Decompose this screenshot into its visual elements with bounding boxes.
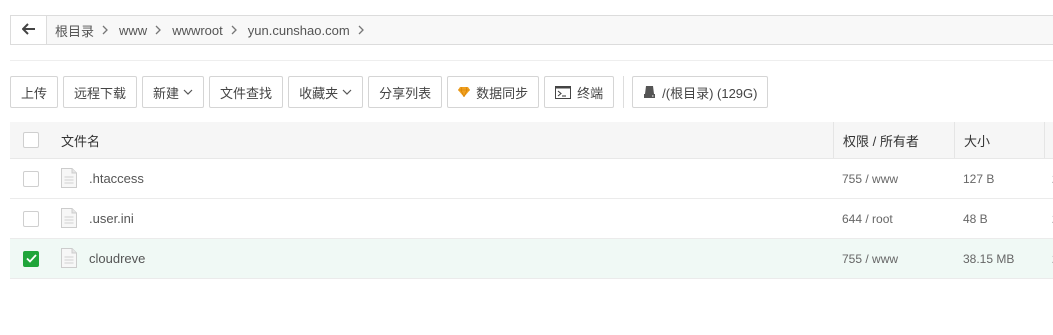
new-label: 新建 [153, 85, 180, 101]
chevron-down-icon [183, 89, 193, 95]
header-extra [1044, 122, 1053, 158]
row-checkbox[interactable] [23, 170, 39, 187]
file-size: 38.15 MB [963, 251, 1015, 266]
file-icon [61, 167, 81, 190]
favorites-label: 收藏夹 [299, 85, 339, 101]
header-size[interactable]: 大小 [964, 131, 990, 150]
file-search-button[interactable]: 文件查找 [209, 76, 284, 108]
upload-button[interactable]: 上传 [10, 76, 59, 108]
arrow-left-icon [21, 22, 36, 38]
chevron-right-icon [231, 25, 238, 35]
file-icon [61, 247, 81, 270]
remote-download-label: 远程下载 [74, 85, 127, 101]
divider [10, 60, 1053, 61]
file-icon [61, 207, 81, 230]
file-permission[interactable]: 644 / root [842, 212, 893, 226]
table-row[interactable]: .user.ini 644 / root 48 B 2 [10, 199, 1053, 239]
data-sync-label: 数据同步 [476, 85, 529, 101]
disk-label: /(根目录) (129G) [662, 85, 758, 101]
disk-button[interactable]: /(根目录) (129G) [632, 76, 769, 108]
chevron-right-icon [358, 25, 365, 35]
chevron-down-icon [342, 89, 352, 95]
favorites-dropdown-button[interactable]: 收藏夹 [288, 76, 364, 108]
terminal-label: 终端 [577, 85, 604, 101]
table-header: 文件名 权限 / 所有者 大小 [10, 122, 1053, 159]
breadcrumb: 根目录 www wwwroot yun.cunshao.com [47, 21, 375, 40]
file-name[interactable]: .htaccess [89, 171, 144, 186]
file-size: 127 B [963, 171, 995, 186]
new-dropdown-button[interactable]: 新建 [142, 76, 205, 108]
terminal-button[interactable]: 终端 [544, 76, 615, 108]
file-table: 文件名 权限 / 所有者 大小 .htaccess 755 / www 127 … [10, 122, 1053, 279]
breadcrumb-item-wwwroot[interactable]: wwwroot [172, 23, 223, 38]
diamond-icon [458, 87, 471, 97]
file-size: 48 B [963, 211, 988, 226]
breadcrumb-bar: 根目录 www wwwroot yun.cunshao.com [10, 15, 1053, 45]
file-toolbar: 上传 远程下载 新建 文件查找 收藏夹 分享列表 数据同步 终端 /(根目录) … [10, 76, 773, 108]
breadcrumb-item-root[interactable]: 根目录 [55, 21, 94, 40]
data-sync-button[interactable]: 数据同步 [447, 76, 540, 108]
checkmark-icon [25, 251, 37, 266]
hard-drive-icon [643, 85, 656, 99]
table-row[interactable]: cloudreve 755 / www 38.15 MB 2 [10, 239, 1053, 279]
back-button[interactable] [11, 16, 47, 44]
row-checkbox-checked[interactable] [23, 250, 39, 267]
remote-download-button[interactable]: 远程下载 [63, 76, 138, 108]
terminal-icon [555, 85, 572, 99]
file-name[interactable]: cloudreve [89, 251, 145, 266]
file-name[interactable]: .user.ini [89, 211, 134, 226]
row-checkbox[interactable] [23, 210, 39, 227]
select-all-checkbox[interactable] [23, 132, 39, 148]
file-permission[interactable]: 755 / www [842, 172, 898, 186]
upload-label: 上传 [21, 85, 48, 101]
file-permission[interactable]: 755 / www [842, 252, 898, 266]
chevron-right-icon [102, 25, 109, 35]
toolbar-separator [623, 76, 625, 108]
breadcrumb-item-www[interactable]: www [119, 23, 147, 38]
breadcrumb-item-site[interactable]: yun.cunshao.com [248, 23, 350, 38]
table-row[interactable]: .htaccess 755 / www 127 B 2 [10, 159, 1053, 199]
chevron-right-icon [155, 25, 162, 35]
file-search-label: 文件查找 [220, 85, 273, 101]
header-permission[interactable]: 权限 / 所有者 [843, 131, 919, 150]
share-list-button[interactable]: 分享列表 [368, 76, 443, 108]
share-list-label: 分享列表 [379, 85, 432, 101]
header-filename[interactable]: 文件名 [61, 131, 100, 150]
